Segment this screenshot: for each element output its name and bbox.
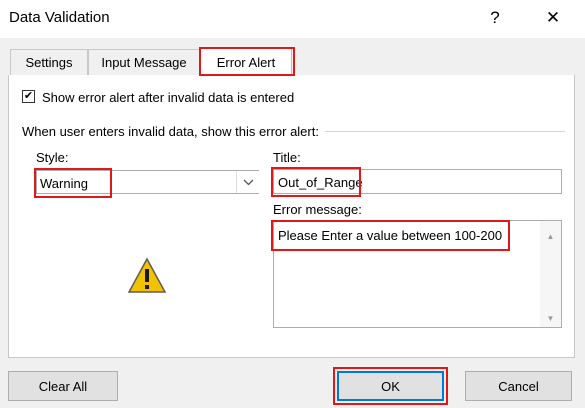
cancel-button[interactable]: Cancel <box>465 371 572 401</box>
scroll-down-icon[interactable]: ▼ <box>540 310 561 326</box>
error-message-label: Error message: <box>273 202 362 217</box>
title-label: Title: <box>273 150 301 165</box>
error-alert-tab-highlight <box>199 47 295 76</box>
tab-settings[interactable]: Settings <box>10 49 88 75</box>
show-error-alert-label: Show error alert after invalid data is e… <box>42 90 295 105</box>
check-mark-icon: ✔ <box>23 90 34 102</box>
tab-input-message-label: Input Message <box>101 55 187 70</box>
chevron-down-icon[interactable] <box>236 171 259 193</box>
scroll-up-icon[interactable]: ▲ <box>540 228 561 244</box>
help-button[interactable]: ? <box>483 6 507 30</box>
close-button[interactable]: ✕ <box>541 6 565 30</box>
clear-all-button[interactable]: Clear All <box>8 371 118 401</box>
title-highlight <box>271 167 361 197</box>
group-heading: When user enters invalid data, show this… <box>22 124 319 139</box>
tab-settings-label: Settings <box>25 55 73 70</box>
style-highlight <box>34 168 112 198</box>
show-error-alert-checkbox[interactable]: ✔ <box>22 90 35 103</box>
tab-input-message[interactable]: Input Message <box>88 49 200 75</box>
warning-triangle-icon <box>126 256 168 296</box>
dialog-title: Data Validation <box>9 9 110 26</box>
error-message-highlight <box>271 220 510 251</box>
style-label: Style: <box>36 150 69 165</box>
group-divider <box>325 131 565 132</box>
ok-highlight <box>333 367 448 405</box>
